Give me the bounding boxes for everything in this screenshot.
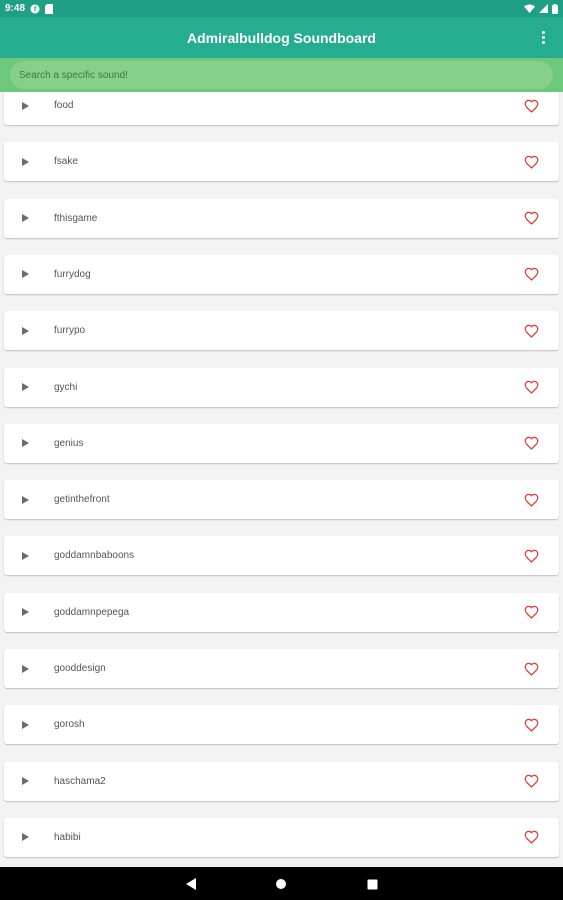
heart-outline-icon[interactable] xyxy=(523,717,539,733)
sound-name: fsake xyxy=(54,156,78,168)
sound-list-item[interactable]: furrydog xyxy=(4,254,559,294)
play-icon[interactable] xyxy=(20,775,30,787)
heart-outline-icon[interactable] xyxy=(523,379,539,395)
heart-outline-icon[interactable] xyxy=(523,323,539,339)
sound-list-item[interactable]: gorosh xyxy=(4,705,559,745)
sound-name: furrypo xyxy=(54,325,86,337)
play-icon[interactable] xyxy=(20,268,30,280)
sound-list-item[interactable]: food xyxy=(4,92,559,125)
sound-list-item[interactable]: fsake xyxy=(4,142,559,182)
sound-name: habibi xyxy=(54,831,81,843)
more-vert-icon[interactable] xyxy=(533,25,553,49)
status-bar: 9:48 f xyxy=(0,0,563,17)
app-title: Admiralbulldog Soundboard xyxy=(187,29,376,46)
sound-name: gooddesign xyxy=(54,663,106,674)
heart-outline-icon[interactable] xyxy=(523,548,539,564)
f-icon: f xyxy=(30,4,40,14)
play-icon[interactable] xyxy=(20,550,30,562)
heart-outline-icon[interactable] xyxy=(523,829,539,845)
search-input[interactable] xyxy=(10,61,553,89)
app-bar: Admiralbulldog Soundboard xyxy=(0,17,563,58)
heart-outline-icon[interactable] xyxy=(523,210,539,226)
navigation-bar xyxy=(0,867,563,900)
wifi-icon xyxy=(524,4,535,13)
play-icon[interactable] xyxy=(20,606,30,618)
sound-name: goddamnbaboons xyxy=(54,550,135,562)
play-icon[interactable] xyxy=(20,831,30,843)
play-icon[interactable] xyxy=(20,325,30,337)
play-icon[interactable] xyxy=(20,212,30,224)
play-icon[interactable] xyxy=(20,156,30,168)
play-icon[interactable] xyxy=(20,381,30,393)
signal-icon xyxy=(539,4,548,13)
sound-name: fthisgame xyxy=(54,212,98,224)
play-icon[interactable] xyxy=(20,719,30,731)
sound-name: haschama2 xyxy=(54,775,106,787)
heart-outline-icon[interactable] xyxy=(523,661,539,677)
battery-icon xyxy=(552,3,558,14)
sound-name: furrydog xyxy=(54,268,91,280)
sound-name: gychi xyxy=(54,381,78,393)
sound-list-item[interactable]: furrypo xyxy=(4,311,559,351)
sound-list-item[interactable]: goddamnbaboons xyxy=(4,536,559,576)
back-icon[interactable] xyxy=(184,877,198,891)
sound-list-item[interactable]: getinthefront xyxy=(4,480,559,520)
sound-name: genius xyxy=(54,437,84,449)
heart-outline-icon[interactable] xyxy=(523,435,539,451)
play-icon[interactable] xyxy=(20,663,30,675)
sound-list-item[interactable]: fthisgame xyxy=(4,198,559,238)
sound-name: goddamnpepega xyxy=(54,606,130,618)
heart-outline-icon[interactable] xyxy=(523,98,539,114)
play-icon[interactable] xyxy=(20,437,30,449)
recents-icon[interactable] xyxy=(365,877,379,891)
sound-list-item[interactable]: genius xyxy=(4,423,559,463)
heart-outline-icon[interactable] xyxy=(523,773,539,789)
sound-list[interactable]: food fsake fthisgame furrydog furrypo gychi ge… xyxy=(0,92,563,867)
sound-name: getinthefront xyxy=(54,494,110,506)
play-icon[interactable] xyxy=(20,494,30,506)
sim-card-icon xyxy=(45,3,54,14)
sound-list-item[interactable]: gooddesign xyxy=(4,649,559,688)
status-time: 9:48 xyxy=(5,3,26,14)
sound-list-item[interactable]: goddamnpepega xyxy=(4,592,559,632)
heart-outline-icon[interactable] xyxy=(523,492,539,508)
sound-name: food xyxy=(54,100,74,111)
sound-list-item[interactable]: habibi xyxy=(4,817,559,857)
search-bar xyxy=(0,58,563,92)
heart-outline-icon[interactable] xyxy=(523,266,539,282)
home-icon[interactable] xyxy=(274,877,288,891)
heart-outline-icon[interactable] xyxy=(523,604,539,620)
sound-list-item[interactable]: gychi xyxy=(4,367,559,407)
play-icon[interactable] xyxy=(20,100,30,112)
heart-outline-icon[interactable] xyxy=(523,154,539,170)
sound-list-item[interactable]: haschama2 xyxy=(4,761,559,801)
sound-name: gorosh xyxy=(54,719,85,731)
